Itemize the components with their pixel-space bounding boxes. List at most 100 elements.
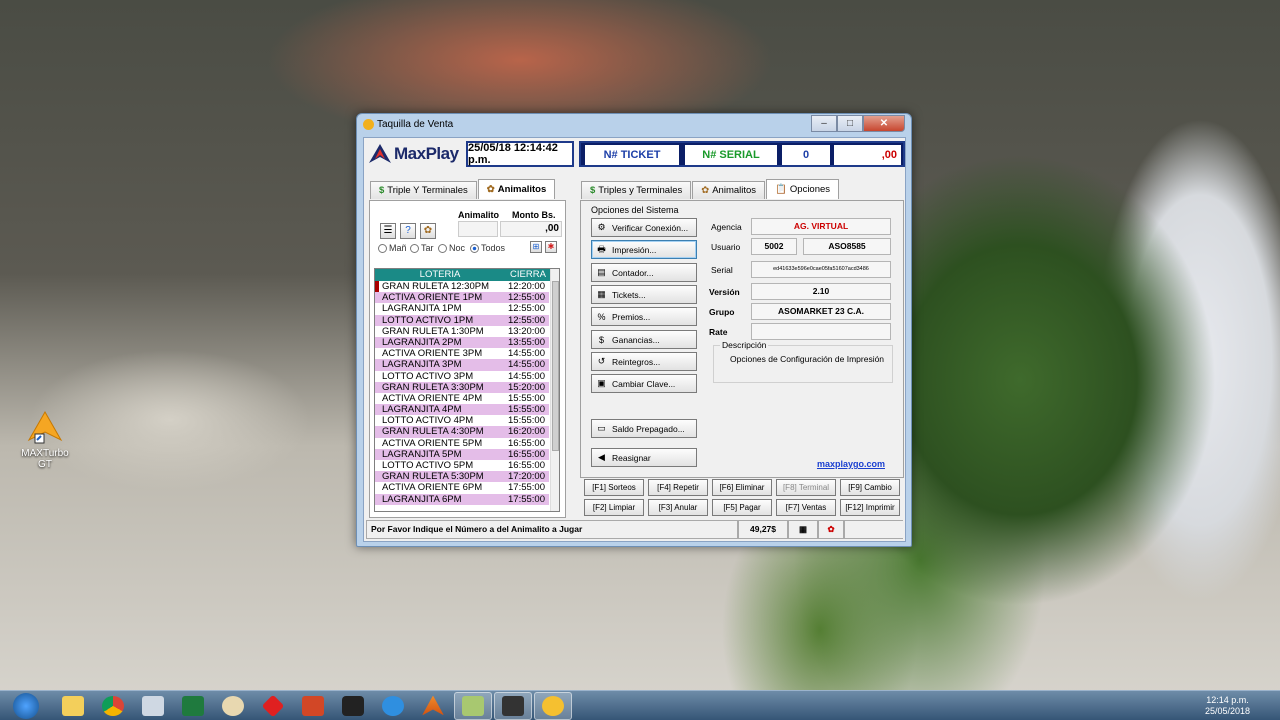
table-row[interactable]: LAGRANJITA 5PM 16:55:00	[375, 448, 559, 460]
fkey-f7-ventas[interactable]: [F7] Ventas	[776, 499, 836, 516]
maximize-button[interactable]: □	[837, 115, 863, 132]
table-row[interactable]: GRAN RULETA 5:30PM 17:20:00	[375, 471, 559, 483]
column-header-loteria[interactable]: LOTERIA	[375, 269, 505, 281]
calculator-icon[interactable]: ▦	[788, 520, 818, 539]
taskbar-ie[interactable]	[374, 692, 412, 720]
loteria-cell: LAGRANJITA 6PM	[375, 493, 503, 505]
fkey-f3-anular[interactable]: [F3] Anular	[648, 499, 708, 516]
taskbar: 12:14 p.m. 25/05/2018	[0, 690, 1280, 720]
fkey-f6-eliminar[interactable]: [F6] Eliminar	[712, 479, 772, 496]
windows-start-icon	[13, 692, 39, 719]
window-titlebar[interactable]: Taquilla de Venta – □ ✕	[357, 114, 911, 136]
table-row[interactable]: LAGRANJITA 1PM 12:55:00	[375, 303, 559, 314]
table-row[interactable]: ACTIVA ORIENTE 5PM 16:55:00	[375, 438, 559, 449]
minimize-button[interactable]: –	[811, 115, 837, 132]
table-row[interactable]: ACTIVA ORIENTE 4PM 15:55:00	[375, 393, 559, 404]
table-row[interactable]: LOTTO ACTIVO 4PM 15:55:00	[375, 415, 559, 426]
table-row[interactable]: LAGRANJITA 4PM 15:55:00	[375, 404, 559, 416]
app-icon	[363, 119, 374, 130]
animalitos-panel: Animalito Monto Bs. ,00 ☰ ? ✿ Mañ Tar No…	[369, 200, 566, 518]
tab-triples-terminales[interactable]: $ Triples y Terminales	[581, 181, 692, 199]
filter-todos[interactable]: Todos	[470, 243, 505, 253]
desktop-icon-maxturbo[interactable]: MAXTurbo GT	[14, 410, 76, 470]
filter-tarde[interactable]: Tar	[410, 243, 434, 253]
reintegros-button[interactable]: ↺ Reintegros...	[591, 352, 697, 371]
close-button[interactable]: ✕	[863, 115, 905, 132]
table-row[interactable]: LOTTO ACTIVO 1PM 12:55:00	[375, 314, 559, 326]
table-row[interactable]: ACTIVA ORIENTE 1PM 12:55:00	[375, 292, 559, 304]
table-row[interactable]: GRAN RULETA 12:30PM 12:20:00	[375, 281, 559, 293]
lottery-list[interactable]: LOTERIA CIERRA GRAN RULETA 12:30PM 12:20:…	[374, 268, 560, 512]
fkey-f9-cambio[interactable]: [F9] Cambio	[840, 479, 900, 496]
logo-text: MaxPlay	[394, 144, 459, 163]
impresion-button[interactable]: 🖶 Impresión...	[591, 240, 697, 259]
table-row[interactable]: GRAN RULETA 3:30PM 15:20:00	[375, 381, 559, 393]
taskbar-taquilla[interactable]	[534, 691, 572, 720]
expand-icon[interactable]: ⊞	[530, 241, 542, 253]
taskbar-nox[interactable]	[334, 692, 372, 720]
animal-status-icon[interactable]: ✿	[818, 520, 844, 539]
maxplaygo-link[interactable]: maxplaygo.com	[817, 459, 885, 469]
premios-button[interactable]: % Premios...	[591, 307, 697, 326]
animal-picker-icon[interactable]: ✿	[420, 223, 436, 239]
column-header-cierra[interactable]: CIERRA	[505, 269, 551, 281]
folder-icon	[62, 695, 84, 716]
maxturbo-icon	[27, 410, 63, 446]
tickets-button[interactable]: ▦ Tickets...	[591, 285, 697, 304]
taskbar-paint[interactable]	[214, 692, 252, 720]
loteria-cell: LOTTO ACTIVO 4PM	[382, 415, 474, 427]
start-button[interactable]	[0, 692, 52, 720]
loteria-cell: LAGRANJITA 3PM	[375, 359, 503, 371]
fkey-f1-sorteos[interactable]: [F1] Sorteos	[584, 479, 644, 496]
table-row[interactable]: ACTIVA ORIENTE 6PM 17:55:00	[375, 482, 559, 493]
taskbar-excel[interactable]	[174, 692, 212, 720]
loteria-cell: ACTIVA ORIENTE 4PM	[382, 392, 483, 404]
system-clock[interactable]: 12:14 p.m. 25/05/2018	[1205, 695, 1250, 717]
table-row[interactable]: GRAN RULETA 4:30PM 16:20:00	[375, 426, 559, 438]
loteria-cell: LAGRANJITA 5PM	[375, 448, 503, 460]
scroll-thumb[interactable]	[552, 281, 559, 451]
table-row[interactable]: LAGRANJITA 3PM 14:55:00	[375, 359, 559, 371]
table-row[interactable]: LOTTO ACTIVO 3PM 14:55:00	[375, 371, 559, 382]
saldo-prepagado-button[interactable]: ▭ Saldo Prepagado...	[591, 419, 697, 438]
table-row[interactable]: LOTTO ACTIVO 5PM 16:55:00	[375, 460, 559, 471]
tab-animalitos[interactable]: ✿ Animalitos	[477, 179, 556, 199]
fkey-f12-imprimir[interactable]: [F12] Imprimir	[840, 499, 900, 516]
taskbar-window-2[interactable]	[494, 691, 532, 720]
fkey-f2-limpiar[interactable]: [F2] Limpiar	[584, 499, 644, 516]
table-row[interactable]: LAGRANJITA 2PM 13:55:00	[375, 336, 559, 349]
fkey-f8-terminal[interactable]: [F8] Terminal	[776, 479, 836, 496]
cambiar-clave-button[interactable]: ▣ Cambiar Clave...	[591, 374, 697, 393]
contador-button[interactable]: ▤ Contador...	[591, 263, 697, 282]
ganancias-button[interactable]: $ Ganancias...	[591, 330, 697, 349]
filter-manana[interactable]: Mañ	[378, 243, 407, 253]
verificar-conexion-button[interactable]: ⚙ Verificar Conexión...	[591, 218, 697, 237]
fkey-f4-repetir[interactable]: [F4] Repetir	[648, 479, 708, 496]
tab-animalitos-right[interactable]: ✿ Animalitos	[692, 181, 766, 199]
table-row[interactable]: GRAN RULETA 1:30PM 13:20:00	[375, 326, 559, 337]
taskbar-powerpoint[interactable]	[294, 692, 332, 720]
monto-input[interactable]: ,00	[500, 221, 562, 237]
taskbar-chrome[interactable]	[94, 692, 132, 720]
taskbar-app-red[interactable]	[254, 692, 292, 720]
table-row[interactable]: LAGRANJITA 6PM 17:55:00	[375, 493, 559, 505]
list-scrollbar[interactable]	[550, 269, 559, 511]
description-box: Descripción Opciones de Configuración de…	[713, 340, 893, 383]
help-icon[interactable]: ?	[400, 223, 416, 239]
taskbar-maxplay[interactable]	[414, 692, 452, 720]
table-row[interactable]: ACTIVA ORIENTE 3PM 14:55:00	[375, 348, 559, 359]
tab-opciones[interactable]: 📋 Opciones	[766, 179, 840, 199]
clear-selection-icon[interactable]: ✱	[545, 241, 557, 253]
clock-date: 25/05/2018	[1204, 706, 1250, 716]
reasignar-button[interactable]: ◀ Reasignar	[591, 448, 697, 467]
taskbar-explorer[interactable]	[54, 692, 92, 720]
list-view-icon[interactable]: ☰	[380, 223, 396, 239]
taskbar-window-1[interactable]	[454, 691, 492, 720]
fkey-f5-pagar[interactable]: [F5] Pagar	[712, 499, 772, 516]
animalito-input[interactable]	[458, 221, 498, 237]
ticket-amount: ,00	[834, 145, 901, 165]
taskbar-calculator[interactable]	[134, 692, 172, 720]
tab-triple-terminales[interactable]: $ Triple Y Terminales	[370, 181, 477, 199]
window-thumb-icon	[502, 695, 524, 716]
filter-noche[interactable]: Noc	[438, 243, 465, 253]
